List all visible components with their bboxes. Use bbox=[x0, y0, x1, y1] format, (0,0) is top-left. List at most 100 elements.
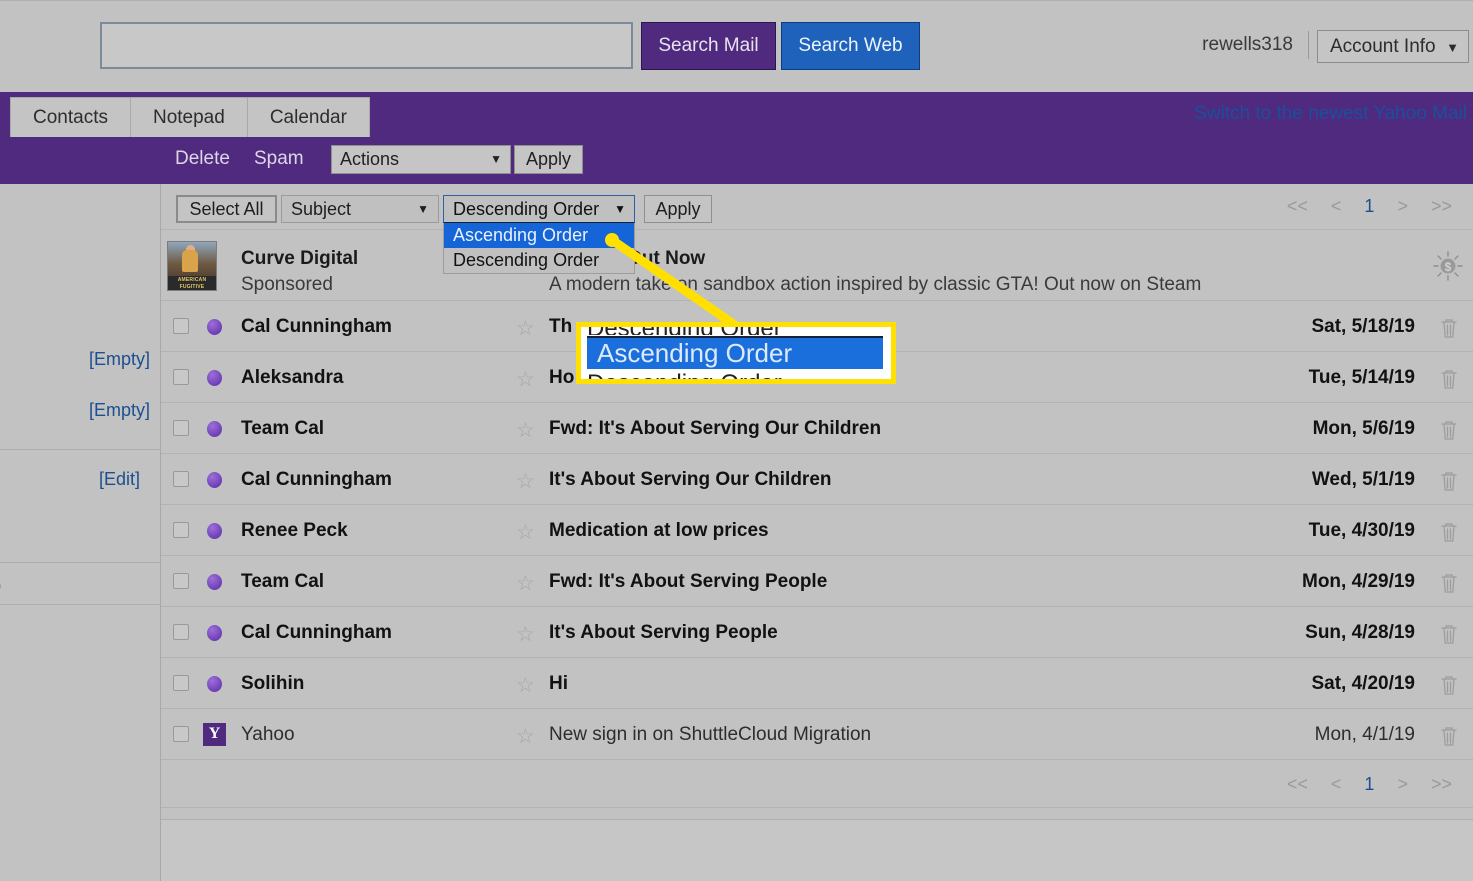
row-checkbox[interactable] bbox=[173, 675, 189, 691]
table-row[interactable]: Solihin ☆ Hi Sat, 4/20/19 bbox=[161, 658, 1473, 709]
sort-field-dropdown[interactable]: Subject ▼ bbox=[281, 195, 439, 223]
trash-icon[interactable] bbox=[1439, 572, 1459, 594]
unread-dot-icon bbox=[207, 370, 222, 386]
yahoo-mail-classic-page: Search Mail Search Web rewells318 Accoun… bbox=[0, 0, 1473, 881]
row-checkbox[interactable] bbox=[173, 369, 189, 385]
trash-icon[interactable] bbox=[1439, 470, 1459, 492]
row-sender: Cal Cunningham bbox=[241, 316, 392, 337]
sidebar-divider-3 bbox=[0, 604, 160, 605]
row-checkbox[interactable] bbox=[173, 522, 189, 538]
table-row[interactable]: Renee Peck ☆ Medication at low prices Tu… bbox=[161, 505, 1473, 556]
actions-dropdown[interactable]: Actions ▼ bbox=[331, 145, 511, 174]
star-icon[interactable]: ☆ bbox=[516, 316, 535, 341]
tab-contacts[interactable]: Contacts bbox=[10, 97, 131, 137]
star-icon[interactable]: ☆ bbox=[516, 367, 535, 392]
trash-icon[interactable] bbox=[1439, 419, 1459, 441]
sidebar-divider-2 bbox=[0, 562, 160, 563]
unread-dot-icon bbox=[207, 676, 222, 692]
sort-field-label: Subject bbox=[291, 199, 352, 219]
account-info-button[interactable]: Account Info ▼ bbox=[1317, 30, 1469, 63]
pagination-current-page[interactable]: 1 bbox=[1364, 774, 1374, 794]
table-row[interactable]: Team Cal ☆ Fwd: It's About Serving Peopl… bbox=[161, 556, 1473, 607]
row-checkbox[interactable] bbox=[173, 726, 189, 742]
sponsored-dollar-icon[interactable]: $ bbox=[1433, 251, 1463, 281]
pagination-last[interactable]: >> bbox=[1431, 196, 1452, 216]
chevron-down-icon: ▼ bbox=[1446, 40, 1459, 55]
ad-thumb-figure-body bbox=[182, 250, 198, 272]
search-input[interactable] bbox=[100, 22, 633, 69]
dropdown-option-descending-order[interactable]: Descending Order bbox=[444, 248, 634, 273]
account-info-label: Account Info bbox=[1330, 36, 1436, 57]
unread-dot-icon bbox=[207, 625, 222, 641]
sponsored-ad-row[interactable]: AMERICAN FUGITIVE Curve Digital Sponsore… bbox=[161, 230, 1473, 301]
sidebar-edit-link[interactable]: [Edit] bbox=[99, 469, 140, 490]
search-mail-button[interactable]: Search Mail bbox=[641, 22, 776, 70]
row-checkbox[interactable] bbox=[173, 318, 189, 334]
sidebar-empty-link-2[interactable]: [Empty] bbox=[89, 400, 150, 421]
row-sender: Renee Peck bbox=[241, 520, 348, 541]
row-subject: Ho bbox=[549, 367, 575, 388]
trash-icon[interactable] bbox=[1439, 368, 1459, 390]
mail-action-bar: Delete Spam Actions ▼ Apply bbox=[0, 137, 1473, 184]
sort-apply-button[interactable]: Apply bbox=[644, 195, 712, 223]
actions-apply-button[interactable]: Apply bbox=[514, 145, 583, 174]
sidebar-divider-1 bbox=[0, 449, 160, 450]
star-icon[interactable]: ☆ bbox=[516, 622, 535, 647]
pagination-prev[interactable]: < bbox=[1331, 196, 1342, 216]
table-row[interactable]: Team Cal ☆ Fwd: It's About Serving Our C… bbox=[161, 403, 1473, 454]
content-area-below-list bbox=[161, 819, 1473, 881]
row-sender: Yahoo bbox=[241, 724, 295, 745]
star-icon[interactable]: ☆ bbox=[516, 724, 535, 749]
pagination-first[interactable]: << bbox=[1287, 774, 1308, 794]
callout-bottom-text: Descending Order bbox=[587, 370, 782, 384]
search-web-button[interactable]: Search Web bbox=[781, 22, 920, 70]
trash-icon[interactable] bbox=[1439, 623, 1459, 645]
pagination-first[interactable]: << bbox=[1287, 196, 1308, 216]
row-date: Tue, 4/30/19 bbox=[1308, 520, 1415, 541]
unread-dot-icon bbox=[207, 472, 222, 488]
tab-notepad[interactable]: Notepad bbox=[129, 97, 248, 137]
pagination-next[interactable]: > bbox=[1397, 196, 1408, 216]
table-row[interactable]: Y Yahoo ☆ New sign in on ShuttleCloud Mi… bbox=[161, 709, 1473, 760]
row-subject: New sign in on ShuttleCloud Migration bbox=[549, 724, 872, 745]
sidebar-empty-link-1[interactable]: [Empty] bbox=[89, 349, 150, 370]
row-date: Sat, 5/18/19 bbox=[1311, 316, 1415, 337]
table-row[interactable]: Cal Cunningham ☆ It's About Serving Peop… bbox=[161, 607, 1473, 658]
switch-to-newest-yahoo-mail-link[interactable]: Switch to the newest Yahoo Mail bbox=[1194, 103, 1467, 125]
sort-order-dropdown[interactable]: Descending Order ▼ bbox=[443, 195, 635, 223]
row-subject: Th bbox=[549, 316, 573, 337]
pagination-next[interactable]: > bbox=[1397, 774, 1408, 794]
spam-button[interactable]: Spam bbox=[254, 148, 304, 170]
tab-calendar[interactable]: Calendar bbox=[246, 97, 370, 137]
trash-icon[interactable] bbox=[1439, 317, 1459, 339]
star-icon[interactable]: ☆ bbox=[516, 571, 535, 596]
trash-icon[interactable] bbox=[1439, 674, 1459, 696]
delete-button[interactable]: Delete bbox=[175, 148, 230, 170]
tabs-container: Contacts Notepad Calendar bbox=[10, 97, 370, 137]
dropdown-option-ascending-order[interactable]: Ascending Order bbox=[444, 223, 634, 248]
star-icon[interactable]: ☆ bbox=[516, 520, 535, 545]
pagination-prev[interactable]: < bbox=[1331, 774, 1342, 794]
pagination-last[interactable]: >> bbox=[1431, 774, 1452, 794]
sort-order-dropdown-list: Ascending Order Descending Order bbox=[443, 223, 635, 274]
row-date: Mon, 5/6/19 bbox=[1312, 418, 1415, 439]
table-row[interactable]: Cal Cunningham ☆ It's About Serving Our … bbox=[161, 454, 1473, 505]
select-all-button[interactable]: Select All bbox=[176, 195, 277, 223]
folder-sidebar: [Empty] [Empty] [Edit] ) bbox=[0, 184, 161, 881]
top-search-bar: Search Mail Search Web rewells318 Accoun… bbox=[0, 0, 1473, 92]
callout-selected-option: Ascending Order bbox=[587, 338, 883, 369]
row-subject: It's About Serving People bbox=[549, 622, 778, 643]
row-subject: It's About Serving Our Children bbox=[549, 469, 832, 490]
row-date: Mon, 4/29/19 bbox=[1302, 571, 1415, 592]
pagination-current-page[interactable]: 1 bbox=[1364, 196, 1374, 216]
row-checkbox[interactable] bbox=[173, 624, 189, 640]
row-checkbox[interactable] bbox=[173, 471, 189, 487]
row-date: Wed, 5/1/19 bbox=[1311, 469, 1415, 490]
row-checkbox[interactable] bbox=[173, 573, 189, 589]
star-icon[interactable]: ☆ bbox=[516, 418, 535, 443]
star-icon[interactable]: ☆ bbox=[516, 673, 535, 698]
trash-icon[interactable] bbox=[1439, 725, 1459, 747]
star-icon[interactable]: ☆ bbox=[516, 469, 535, 494]
row-checkbox[interactable] bbox=[173, 420, 189, 436]
trash-icon[interactable] bbox=[1439, 521, 1459, 543]
